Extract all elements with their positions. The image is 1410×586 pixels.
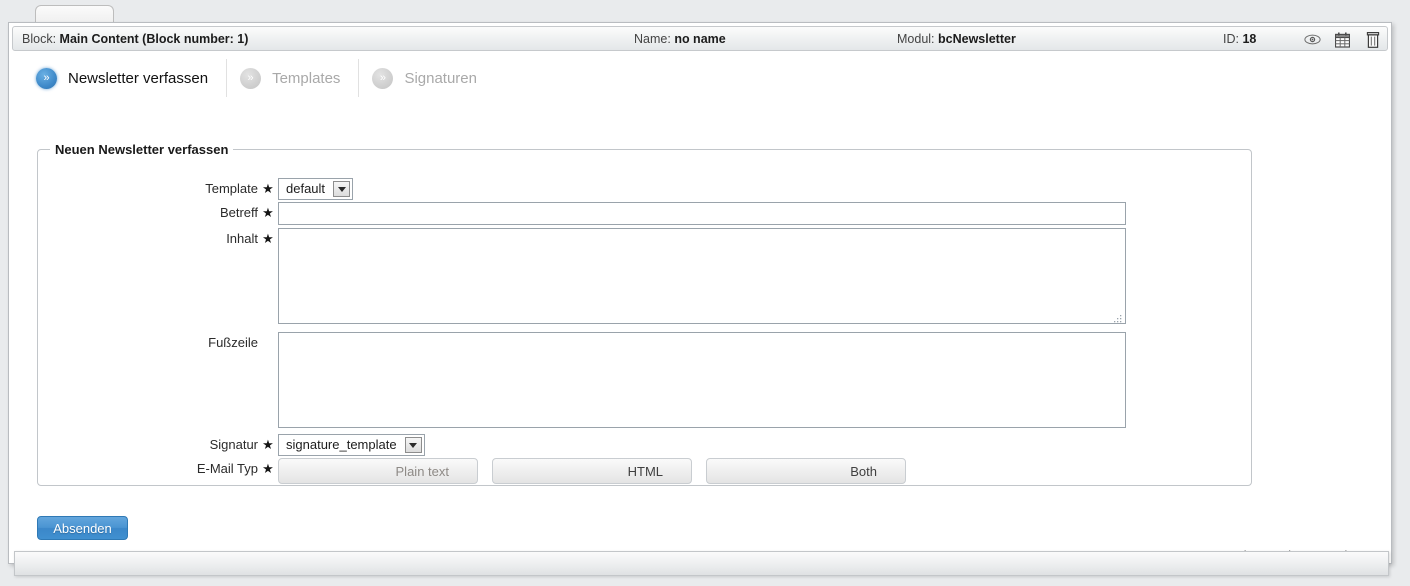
app-root: Block: Main Content (Block number: 1) Na… bbox=[0, 0, 1410, 586]
header-name-value: no name bbox=[674, 32, 726, 46]
inhalt-textarea-wrap bbox=[278, 228, 1126, 327]
newsletter-form-fieldset: Neuen Newsletter verfassen Template ★ de… bbox=[37, 142, 1252, 486]
header-id-value: 18 bbox=[1242, 32, 1257, 46]
header-block-info: Block: Main Content (Block number: 1) bbox=[22, 27, 248, 52]
betreff-input[interactable] bbox=[278, 202, 1126, 225]
label-fusszeile: Fußzeile bbox=[208, 335, 258, 350]
header-icon-group bbox=[1304, 27, 1381, 52]
calendar-icon[interactable] bbox=[1334, 31, 1351, 48]
block-header-bar: Block: Main Content (Block number: 1) Na… bbox=[12, 26, 1388, 51]
header-id-label: ID: bbox=[1223, 32, 1239, 46]
fusszeile-textarea[interactable] bbox=[278, 332, 1126, 428]
label-template: Template bbox=[205, 181, 258, 196]
chevron-double-right-icon: » bbox=[372, 67, 394, 89]
header-block-label: Block: bbox=[22, 32, 57, 46]
form-row-betreff: Betreff ★ bbox=[38, 202, 1251, 225]
form-row-signatur: Signatur ★ signature_template bbox=[38, 434, 1251, 456]
header-modul-label: Modul: bbox=[897, 32, 935, 46]
tab-signaturen[interactable]: » Signaturen bbox=[358, 59, 495, 97]
form-row-inhalt: Inhalt ★ bbox=[38, 228, 1251, 327]
email-typ-option-html[interactable]: HTML bbox=[492, 458, 692, 484]
email-typ-option-both[interactable]: Both bbox=[706, 458, 906, 484]
form-row-fusszeile: Fußzeile bbox=[38, 332, 1251, 431]
header-name-label: Name: bbox=[634, 32, 671, 46]
signatur-select-value: signature_template bbox=[286, 437, 397, 452]
email-typ-option-plain-text[interactable]: Plain text bbox=[278, 458, 478, 484]
chevron-down-icon[interactable] bbox=[404, 437, 422, 453]
tab-newsletter-verfassen[interactable]: » Newsletter verfassen bbox=[23, 59, 226, 97]
chevron-double-right-icon: » bbox=[240, 67, 262, 89]
header-name-info: Name: no name bbox=[634, 27, 726, 52]
email-typ-option-group: Plain text HTML Both bbox=[278, 458, 906, 484]
label-betreff: Betreff bbox=[219, 205, 258, 220]
tab-label: Templates bbox=[272, 69, 341, 87]
tab-templates[interactable]: » Templates bbox=[226, 59, 358, 97]
template-select[interactable]: default bbox=[278, 178, 354, 200]
tab-label: Signaturen bbox=[404, 69, 477, 87]
submit-button[interactable]: Absenden bbox=[37, 516, 128, 540]
header-id-info: ID: 18 bbox=[1223, 27, 1256, 52]
required-star-icon: ★ bbox=[262, 181, 274, 196]
required-star-icon: ★ bbox=[262, 205, 274, 220]
eye-icon[interactable] bbox=[1304, 31, 1321, 48]
form-row-template: Template ★ default bbox=[38, 178, 1251, 200]
required-star-icon: ★ bbox=[262, 231, 274, 246]
panel-bottom-bar bbox=[14, 551, 1389, 576]
label-signatur: Signatur bbox=[209, 437, 258, 452]
fusszeile-textarea-wrap bbox=[278, 332, 1126, 431]
required-star-icon: ★ bbox=[262, 437, 274, 452]
signatur-select[interactable]: signature_template bbox=[278, 434, 425, 456]
chevron-double-right-icon: » bbox=[36, 67, 57, 89]
tab-bar: » Newsletter verfassen » Templates » Sig… bbox=[23, 59, 1381, 97]
chevron-down-icon[interactable] bbox=[333, 181, 351, 197]
header-block-value: Main Content (Block number: 1) bbox=[59, 32, 249, 46]
content-panel: Block: Main Content (Block number: 1) Na… bbox=[8, 22, 1392, 564]
fieldset-legend: Neuen Newsletter verfassen bbox=[50, 142, 234, 157]
label-email-typ: E-Mail Typ bbox=[196, 461, 258, 476]
trash-icon[interactable] bbox=[1364, 31, 1381, 48]
header-modul-value: bcNewsletter bbox=[938, 32, 1016, 46]
tab-label: Newsletter verfassen bbox=[68, 69, 209, 87]
form-row-email-typ: E-Mail Typ ★ Plain text HTML Both bbox=[38, 458, 1251, 484]
label-inhalt: Inhalt bbox=[226, 231, 258, 246]
header-modul-info: Modul: bcNewsletter bbox=[897, 27, 1016, 52]
template-select-value: default bbox=[286, 181, 326, 196]
inhalt-textarea[interactable] bbox=[278, 228, 1126, 324]
required-star-icon: ★ bbox=[262, 461, 274, 476]
